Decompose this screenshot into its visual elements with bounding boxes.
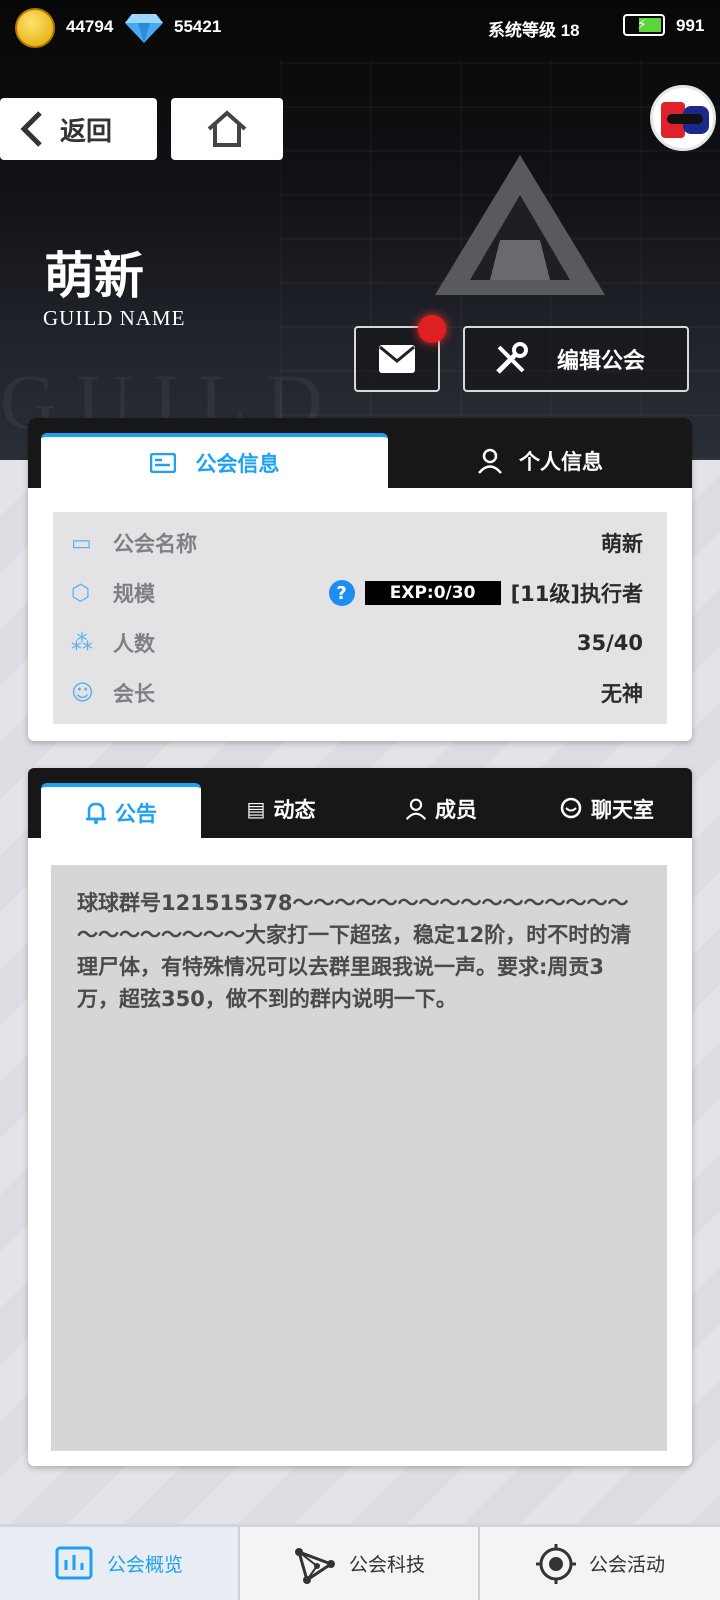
tab-chatroom[interactable]: 聊天室 — [521, 783, 692, 835]
cube-icon: ⬡ — [71, 580, 91, 606]
tab-activity[interactable]: ▤ 动态 — [201, 783, 361, 835]
nav-guild-overview-label: 公会概览 — [106, 1554, 183, 1576]
nav-guild-tech-label: 公会科技 — [348, 1554, 425, 1576]
avatar[interactable] — [650, 85, 716, 151]
guild-emblem-icon — [435, 155, 605, 295]
announcement-text: 球球群号121515378～～～～～～～～～～～～～～～～～～～～～～～～大家打… — [77, 891, 632, 1011]
coin-icon — [15, 8, 55, 48]
tab-personal-info-label: 个人信息 — [519, 450, 603, 474]
note-icon: ▤ — [246, 797, 266, 821]
tab-activity-label: 动态 — [273, 798, 316, 822]
mail-icon — [379, 345, 415, 373]
home-icon — [207, 110, 247, 147]
energy-count: 991 — [676, 16, 705, 35]
guild-info-panel: 公会信息 个人信息 ▭ 公会名称 萌新 ⬡ 规模 ? EXP:0/30 [11级… — [28, 418, 692, 741]
tab-members-label: 成员 — [435, 798, 477, 822]
announcement-panel: 公告 ▤ 动态 成员 聊天室 球球群号121515378～～～～～～～～～～～～… — [28, 768, 692, 1466]
chart-icon — [55, 1546, 93, 1579]
info-row-scale-value: [11级]执行者 — [510, 582, 643, 606]
info-row-name: ▭ 公会名称 萌新 — [71, 518, 643, 568]
back-label: 返回 — [60, 116, 113, 147]
home-button[interactable] — [171, 98, 283, 160]
diamond-count: 55421 — [174, 17, 222, 36]
coin-count: 44794 — [66, 17, 114, 36]
info-row-leader: ☺ 会长 无神 — [71, 668, 643, 718]
chat-icon — [560, 797, 582, 819]
nav-guild-activity[interactable]: 公会活动 — [480, 1527, 720, 1600]
battery-icon: ⚡ — [623, 14, 665, 36]
tab-guild-info-label: 公会信息 — [195, 452, 280, 476]
nav-guild-overview[interactable]: 公会概览 — [0, 1527, 240, 1600]
bell-icon — [86, 802, 106, 824]
person-icon — [405, 798, 427, 820]
info-row-name-value: 萌新 — [601, 532, 643, 556]
help-icon[interactable]: ? — [328, 580, 355, 606]
guild-info-table: ▭ 公会名称 萌新 ⬡ 规模 ? EXP:0/30 [11级]执行者 ⁂ 人数 … — [53, 512, 667, 724]
tab-personal-info[interactable]: 个人信息 — [388, 433, 692, 489]
tab-announcement-label: 公告 — [115, 802, 157, 826]
guild-name: 萌新 — [44, 246, 144, 305]
announcement-box: 球球群号121515378～～～～～～～～～～～～～～～～～～～～～～～～大家打… — [51, 865, 667, 1451]
system-level: 系统等级 18 — [488, 21, 580, 40]
tab-chatroom-label: 聊天室 — [591, 798, 654, 822]
nav-guild-activity-label: 公会活动 — [588, 1554, 665, 1576]
diamond-icon — [125, 14, 163, 43]
info-row-members-label: 人数 — [113, 632, 155, 656]
tab-guild-info[interactable]: 公会信息 — [41, 433, 388, 489]
notification-dot — [418, 315, 446, 343]
bottom-nav: 公会概览 公会科技 公会活动 — [0, 1524, 720, 1600]
leader-icon: ☺ — [71, 680, 94, 706]
exp-bar: EXP:0/30 — [364, 581, 501, 605]
back-button[interactable]: 返回 — [0, 98, 157, 160]
person-icon — [478, 448, 502, 474]
info-row-scale-label: 规模 — [113, 582, 155, 606]
info-row-name-label: 公会名称 — [113, 532, 197, 556]
network-icon — [294, 1547, 335, 1584]
edit-guild-button[interactable]: 编辑公会 — [463, 326, 689, 392]
tab-announcement[interactable]: 公告 — [41, 783, 201, 839]
info-row-scale: ⬡ 规模 ? EXP:0/30 [11级]执行者 — [71, 568, 643, 618]
id-card-icon — [149, 453, 176, 473]
nav-guild-tech[interactable]: 公会科技 — [240, 1527, 480, 1600]
guild-name-caption: GUILD NAME — [43, 306, 186, 330]
info-row-leader-value: 无神 — [601, 682, 643, 706]
info-row-leader-label: 会长 — [113, 682, 155, 706]
id-card-icon: ▭ — [71, 530, 92, 556]
info-row-members-value: 35/40 — [576, 631, 643, 655]
chevron-left-icon — [20, 111, 42, 147]
tools-icon — [496, 342, 528, 374]
people-icon: ⁂ — [71, 630, 93, 656]
edit-guild-label: 编辑公会 — [557, 349, 646, 374]
info-row-members: ⁂ 人数 35/40 — [71, 618, 643, 668]
tab-members[interactable]: 成员 — [361, 783, 521, 835]
target-icon — [535, 1543, 576, 1584]
